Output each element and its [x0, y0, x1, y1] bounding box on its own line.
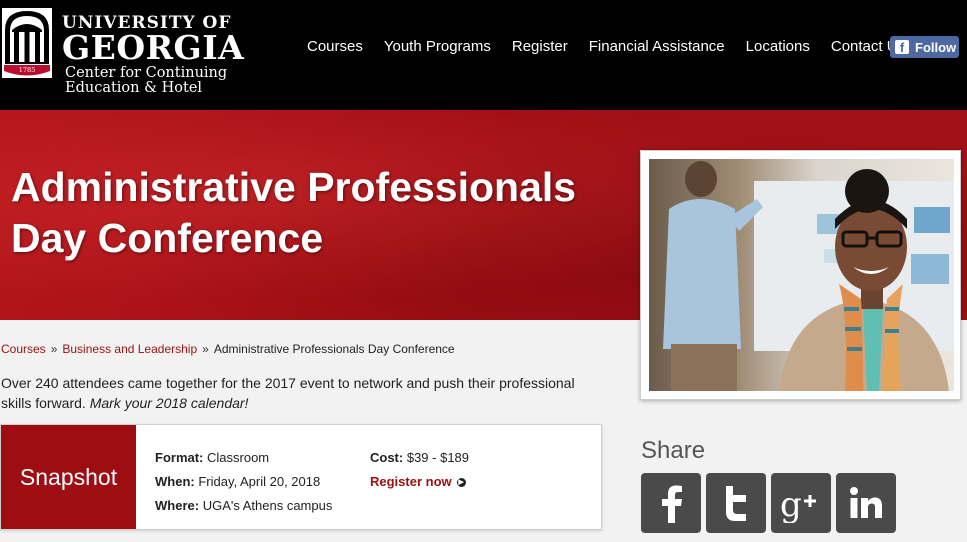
- share-buttons: g: [641, 473, 901, 533]
- when-value: Friday, April 20, 2018: [198, 474, 321, 489]
- register-now-label: Register now: [370, 474, 452, 489]
- register-now-link[interactable]: Register now ▶: [370, 470, 466, 494]
- breadcrumb-separator: »: [202, 342, 209, 356]
- breadcrumb-current: Administrative Professionals Day Confere…: [213, 342, 455, 356]
- svg-text:g: g: [780, 485, 802, 523]
- breadcrumb-courses[interactable]: Courses: [1, 342, 46, 356]
- when-label: When:: [155, 474, 195, 489]
- cost-value: $39 - $189: [406, 450, 470, 465]
- share-google-plus-button[interactable]: g: [771, 473, 831, 533]
- format-value: Classroom: [207, 450, 270, 465]
- page-title: Administrative Professionals Day Confere…: [11, 164, 577, 261]
- nav-financial-assistance[interactable]: Financial Assistance: [589, 38, 725, 55]
- logo-center-line1: Center for Continuing: [65, 65, 228, 81]
- logo-center-line2: Education & Hotel: [65, 80, 203, 96]
- format-row: Format: Classroom: [155, 446, 332, 470]
- share-heading: Share: [641, 437, 706, 464]
- breadcrumb-separator: »: [50, 342, 58, 356]
- snapshot-heading: Snapshot: [1, 425, 136, 529]
- follow-label: Follow: [915, 39, 957, 55]
- twitter-icon: [726, 486, 746, 521]
- snapshot-card: Snapshot Format: Classroom When: Friday,…: [0, 424, 602, 530]
- logo-year: 1785: [19, 66, 36, 74]
- nav-youth-programs[interactable]: Youth Programs: [384, 38, 491, 55]
- facebook-follow-button[interactable]: f Follow: [890, 36, 959, 58]
- facebook-icon: f: [895, 40, 909, 54]
- google-plus-icon: g: [780, 485, 816, 523]
- intro-paragraph: Over 240 attendees came together for the…: [1, 373, 601, 413]
- breadcrumb-business-leadership[interactable]: Business and Leadership: [62, 342, 197, 356]
- nav-locations[interactable]: Locations: [746, 38, 810, 55]
- where-value: UGA's Athens campus: [202, 498, 333, 513]
- where-label: Where:: [155, 498, 200, 513]
- main-nav: Courses Youth Programs Register Financia…: [307, 38, 926, 55]
- arrow-right-icon: ▶: [456, 477, 466, 487]
- intro-emphasis: Mark your 2018 calendar!: [89, 395, 249, 411]
- site-header: 1785 UNIVERSITY OF GEORGIA Center for Co…: [0, 0, 967, 110]
- snapshot-details-left: Format: Classroom When: Friday, April 20…: [155, 446, 332, 518]
- hero-photo: [649, 159, 954, 391]
- hero-photo-frame: [640, 150, 961, 400]
- cost-row: Cost: $39 - $189: [370, 446, 469, 470]
- share-facebook-button[interactable]: [641, 473, 701, 533]
- format-label: Format:: [155, 450, 204, 465]
- share-linkedin-button[interactable]: [836, 473, 896, 533]
- facebook-icon: [662, 485, 682, 523]
- linkedin-icon: [850, 487, 882, 518]
- where-row: Where: UGA's Athens campus: [155, 494, 332, 518]
- nav-courses[interactable]: Courses: [307, 38, 363, 55]
- when-row: When: Friday, April 20, 2018: [155, 470, 332, 494]
- uga-arch-logo-icon[interactable]: 1785: [2, 8, 52, 78]
- cost-label: Cost:: [370, 450, 404, 465]
- logo-georgia-text: GEORGIA: [62, 28, 245, 67]
- uga-wordmark[interactable]: UNIVERSITY OF GEORGIA Center for Continu…: [62, 14, 244, 96]
- snapshot-details-right: Cost: $39 - $189 Register now ▶: [370, 446, 469, 494]
- breadcrumb: Courses » Business and Leadership » Admi…: [1, 342, 455, 356]
- intro-text: Over 240 attendees came together for the…: [1, 375, 575, 411]
- nav-register[interactable]: Register: [512, 38, 568, 55]
- share-twitter-button[interactable]: [706, 473, 766, 533]
